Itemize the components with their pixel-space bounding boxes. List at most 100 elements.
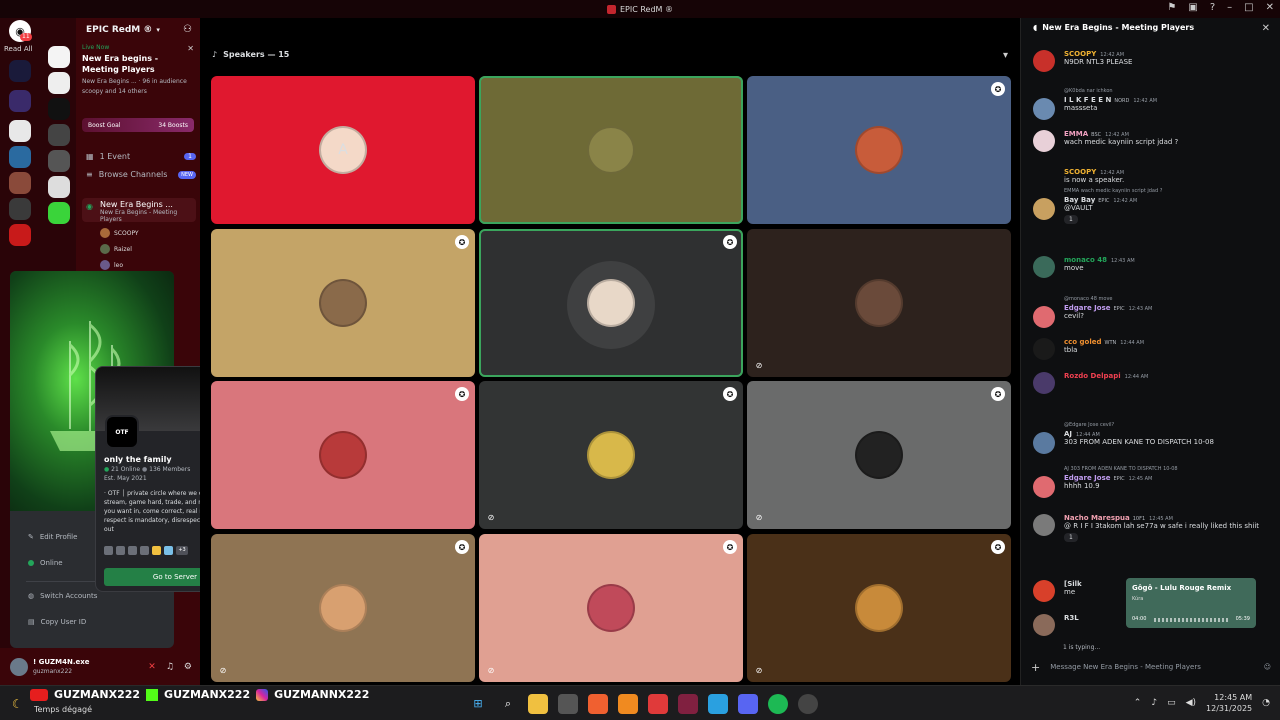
user-name-block[interactable]: ! GUZM4N.exe guzmanx222 — [33, 658, 90, 676]
chat-message[interactable]: Rozdo Delpapi 12:44 AM — [1033, 372, 1273, 394]
search-icon[interactable]: ⌕ — [498, 694, 518, 714]
speaker-tile[interactable]: ✪ ⊘ — [479, 381, 743, 529]
headphones-icon[interactable]: ♫ — [166, 662, 174, 672]
reply-reference[interactable]: @monaco 48 move — [1064, 296, 1273, 302]
switch-accounts-item[interactable]: ◍ Switch Accounts — [28, 592, 97, 600]
server-header[interactable]: EPIC RedM ® ▾ ⚇ — [76, 18, 200, 42]
member-item[interactable]: SCOOPY — [100, 228, 139, 238]
plus-icon[interactable]: + — [1031, 661, 1040, 674]
collapse-chevron-icon[interactable]: ▾ — [1003, 50, 1008, 61]
app-icon[interactable] — [648, 694, 668, 714]
server-icon[interactable] — [9, 146, 31, 168]
avatar[interactable] — [1033, 432, 1055, 454]
author-name[interactable]: AJ — [1064, 430, 1072, 438]
author-name[interactable]: [Silk — [1064, 580, 1082, 588]
author-name[interactable]: Rozdo Delpapi — [1064, 372, 1121, 380]
chat-message[interactable]: cco goled WTN 12:44 AM tbla — [1033, 338, 1273, 360]
app-icon[interactable] — [678, 694, 698, 714]
author-name[interactable]: Nacho Marespua — [1064, 514, 1130, 522]
author-name[interactable]: SCOOPY — [1064, 50, 1096, 58]
author-name[interactable]: Edgare Jose — [1064, 474, 1111, 482]
author-name[interactable]: cco goled — [1064, 338, 1102, 346]
edit-profile-item[interactable]: ✎ Edit Profile — [28, 533, 77, 541]
server-icon[interactable] — [48, 176, 70, 198]
chat-message[interactable]: monaco 48 12:43 AM move — [1033, 256, 1273, 278]
speaker-tile[interactable]: ✪ ⊘ — [211, 534, 475, 682]
browse-channels-row[interactable]: ≡ Browse Channels NEW — [86, 170, 196, 179]
server-icon[interactable] — [9, 60, 31, 82]
help-icon[interactable]: ? — [1210, 2, 1215, 13]
gear-icon[interactable]: ⚙ — [184, 662, 192, 672]
avatar[interactable] — [1033, 256, 1055, 278]
close-chat-icon[interactable]: ✕ — [1262, 23, 1270, 34]
server-icon[interactable] — [9, 90, 31, 112]
chat-message[interactable]: EMMA BSC 12:42 AM wach medic kayniin script… — [1033, 130, 1273, 152]
speaker-tile[interactable]: ✪ ⊘ — [479, 534, 743, 682]
avatar[interactable] — [1033, 580, 1055, 602]
clock[interactable]: 12:45 AM 12/31/2025 — [1206, 692, 1252, 714]
start-icon[interactable]: ⊞ — [468, 694, 488, 714]
network-icon[interactable]: ▭ — [1167, 698, 1176, 708]
mic-muted-icon[interactable]: ✕ — [148, 662, 156, 672]
server-icon[interactable] — [48, 150, 70, 172]
speaker-tile[interactable]: ✪ ⊘ — [747, 534, 1011, 682]
server-icon[interactable] — [9, 120, 31, 142]
reply-reference[interactable]: @K0bda nar ichkon — [1064, 88, 1273, 94]
chat-message[interactable]: @monaco 48 move Edgare Jose EPIC 12:43 AM ce… — [1033, 296, 1273, 328]
server-icon[interactable] — [48, 202, 70, 224]
spotify-widget[interactable]: Gôgô - Lulu Rouge Remix Kúra 04:00 05:39 — [1126, 578, 1256, 628]
avatar[interactable] — [1033, 372, 1055, 394]
avatar[interactable] — [1033, 306, 1055, 328]
reaction-badge[interactable]: 1 — [1064, 533, 1078, 542]
server-icon[interactable] — [48, 124, 70, 146]
avatar[interactable] — [1033, 198, 1055, 220]
discord-icon[interactable] — [738, 694, 758, 714]
chat-message[interactable]: SCOOPY 12:42 AM N9DR NTL3 PLEASE — [1033, 50, 1273, 72]
inbox-icon[interactable]: ▣ — [1188, 2, 1197, 13]
spotify-icon[interactable] — [768, 694, 788, 714]
server-icon[interactable] — [48, 98, 70, 120]
server-icon[interactable] — [48, 46, 70, 68]
chat-message[interactable]: @K0bda nar ichkon I L K F E E N NORD 12:42 … — [1033, 88, 1273, 120]
message-composer[interactable]: + Message New Era Begins - Meeting Playe… — [1031, 658, 1271, 676]
file-explorer-icon[interactable] — [528, 694, 548, 714]
user-avatar[interactable] — [10, 657, 28, 676]
avatar[interactable] — [1033, 98, 1055, 120]
speaker-tile[interactable] — [479, 76, 743, 224]
emoji-picker-icon[interactable]: ☺ — [1264, 663, 1271, 671]
chat-message[interactable]: @Edgare Jose cevil? AJ 12:44 AM 303 FROM AD… — [1033, 422, 1273, 454]
reply-reference[interactable]: EMMA wach medic kayniin script jdad ? — [1064, 188, 1273, 194]
read-all-button[interactable]: Read All — [4, 45, 33, 53]
app-icon[interactable] — [618, 694, 638, 714]
invite-icon[interactable]: ⚇ — [183, 24, 192, 35]
avatar[interactable] — [1033, 130, 1055, 152]
chat-message[interactable]: Nacho Marespua 10F1 12:45 AM @ R I F I 3tak… — [1033, 514, 1273, 542]
avatar[interactable] — [1033, 514, 1055, 536]
speaker-tile[interactable]: ✪ — [211, 229, 475, 377]
server-icon[interactable] — [9, 198, 31, 220]
chevron-up-icon[interactable]: ⌃ — [1134, 698, 1142, 708]
app-icon[interactable] — [798, 694, 818, 714]
minimize-button[interactable]: – — [1227, 2, 1232, 13]
chat-message[interactable]: EMMA wach medic kayniin script jdad ? Bay… — [1033, 188, 1273, 224]
maximize-button[interactable]: □ — [1244, 2, 1253, 13]
chat-message[interactable]: AJ 303 FROM ADEN KANE TO DISPATCH 10-08 E… — [1033, 466, 1273, 498]
author-name[interactable]: R3L — [1064, 614, 1079, 622]
events-row[interactable]: ▦ 1 Event 1 — [86, 152, 196, 161]
avatar[interactable] — [1033, 476, 1055, 498]
server-icon[interactable] — [9, 224, 31, 246]
track-waveform[interactable] — [1154, 618, 1230, 622]
notification-icon[interactable]: ◔ — [1262, 698, 1270, 708]
close-icon[interactable]: ✕ — [187, 44, 194, 53]
flag-icon[interactable]: ⚑ — [1167, 2, 1176, 13]
boost-goal-bar[interactable]: Boost Goal 34 Boosts — [82, 118, 194, 132]
store-icon[interactable] — [558, 694, 578, 714]
status-item[interactable]: Online — [28, 559, 63, 567]
copy-user-id-item[interactable]: ▤ Copy User ID — [28, 618, 86, 626]
author-name[interactable]: Bay Bay — [1064, 196, 1095, 204]
server-icon[interactable] — [9, 172, 31, 194]
reply-reference[interactable]: @Edgare Jose cevil? — [1064, 422, 1273, 428]
speaker-tile[interactable]: ⊘ — [747, 229, 1011, 377]
avatar[interactable] — [1033, 50, 1055, 72]
speaker-tile[interactable]: A — [211, 76, 475, 224]
